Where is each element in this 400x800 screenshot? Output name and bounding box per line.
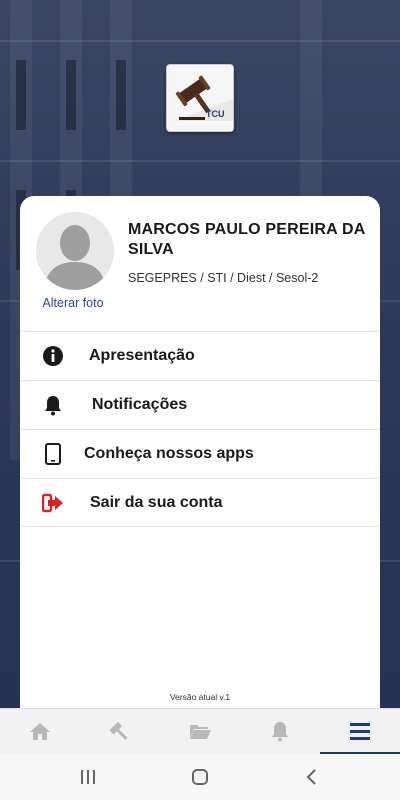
tab-menu[interactable] xyxy=(320,709,400,755)
avatar[interactable] xyxy=(36,212,114,290)
gavel-icon xyxy=(109,722,128,740)
logout-icon xyxy=(42,493,63,513)
menu-item-label: Conheça nossos apps xyxy=(84,445,254,462)
bell-icon xyxy=(272,722,288,742)
tablet-icon xyxy=(45,443,61,465)
recents-icon xyxy=(81,770,95,784)
menu-icon xyxy=(350,723,370,740)
user-silhouette-icon xyxy=(36,212,114,290)
menu-item-label: Apresentação xyxy=(89,347,195,364)
tab-documents[interactable] xyxy=(160,709,240,755)
back-button[interactable] xyxy=(300,766,324,788)
menu-item-our-apps[interactable]: Conheça nossos apps xyxy=(20,429,380,478)
change-photo-link[interactable]: Alterar foto xyxy=(20,296,126,310)
system-navigation-bar xyxy=(0,754,400,800)
profile-menu-card: Alterar foto MARCOS PAULO PEREIRA DA SIL… xyxy=(20,196,380,708)
menu-item-label: Sair da sua conta xyxy=(90,494,223,511)
back-icon xyxy=(306,769,316,785)
user-name: MARCOS PAULO PEREIRA DA SILVA xyxy=(128,221,365,258)
tab-home[interactable] xyxy=(0,709,80,755)
logo-text: TCU xyxy=(206,109,225,119)
tab-gavel[interactable] xyxy=(80,709,160,755)
home-button[interactable] xyxy=(188,766,212,788)
app-version: Versão atual v.1 xyxy=(169,692,231,702)
user-organization: SEGEPRES / STI / Diest / Sesol-2 xyxy=(128,271,319,285)
recents-button[interactable] xyxy=(76,766,100,788)
home-circle-icon xyxy=(192,769,208,785)
menu-item-label: Notificações xyxy=(92,396,188,413)
menu-item-notifications[interactable]: Notificações xyxy=(20,380,380,429)
bottom-tab-bar xyxy=(0,708,400,755)
menu-item-logout[interactable]: Sair da sua conta xyxy=(20,478,380,527)
home-icon xyxy=(30,723,50,740)
menu-item-presentation[interactable]: Apresentação xyxy=(20,331,380,380)
gavel-logo: TCU xyxy=(166,64,234,132)
tab-notifications[interactable] xyxy=(240,709,320,755)
menu-list: Apresentação Notificações Conheça nossos… xyxy=(20,331,380,527)
info-icon xyxy=(43,346,63,366)
bell-icon xyxy=(45,396,61,416)
folder-open-icon xyxy=(190,725,211,739)
